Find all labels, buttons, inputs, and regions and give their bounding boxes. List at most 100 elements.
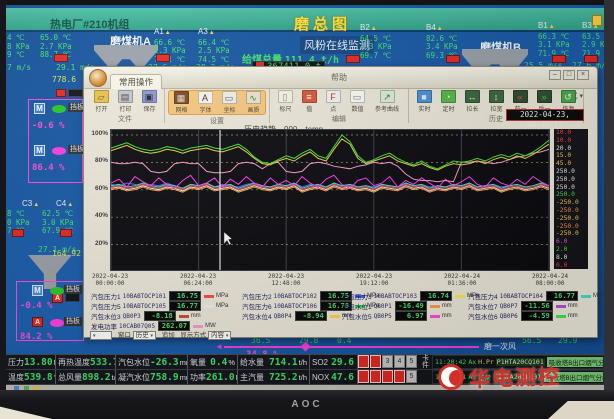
motor-m-box[interactable]: M — [34, 103, 45, 114]
alarm-page-button[interactable]: 4 — [394, 355, 405, 368]
open-icon: ▱ — [94, 90, 109, 103]
toolbar-save-button[interactable]: ▣保存 — [138, 90, 160, 113]
legend-column: 汽包压力110BABTOCP10116.75MPa汽包压力510BABTOCP1… — [91, 291, 228, 331]
legend-row[interactable]: 汽包水位6QB0P6-4.59mm — [468, 311, 604, 321]
alarm-block[interactable] — [60, 229, 72, 237]
minimize-icon[interactable]: – — [549, 70, 561, 80]
slider-label: 磨一次风 — [484, 341, 516, 352]
help-menu[interactable]: 帮助 — [331, 72, 347, 83]
motor-m-box[interactable]: M — [32, 285, 43, 296]
alarm-page-button[interactable] — [370, 355, 381, 368]
x-axis-time: 12:48:00 — [256, 280, 316, 287]
legend-row[interactable]: 汽包水位5QB0P56.97mm — [342, 311, 479, 321]
toolbar-numeric-button[interactable]: ▭数值 — [346, 90, 368, 113]
close-icon[interactable]: × — [577, 70, 589, 80]
taskbar-icon[interactable] — [14, 386, 19, 390]
pump-a-box[interactable]: A — [32, 317, 43, 327]
velocity-value: 7 m/s — [7, 63, 31, 72]
app-logo-icon[interactable] — [89, 69, 107, 87]
status-label: 主汽量 — [240, 372, 264, 383]
legend-row[interactable]: 汽包压力510BABTOCP10516.77MPa — [91, 301, 228, 311]
trend-window-titlebar[interactable]: 常用操作 帮助 – □ × — [84, 67, 597, 89]
legend-row[interactable]: 汽包压力110BABTOCP10116.75MPa — [91, 291, 228, 301]
alarm-page-button[interactable] — [358, 355, 369, 368]
toolbar-button-label: 字体 — [199, 104, 211, 113]
alarm-page-button[interactable]: 5 — [406, 355, 417, 368]
legend-row[interactable]: 汽包水位1QB0P1-16.49mm — [342, 301, 479, 311]
status-value: 13.80 — [24, 357, 53, 368]
toolbar-ruler-button[interactable]: ▯标尺 — [274, 90, 296, 113]
valve-status-icon[interactable] — [50, 287, 64, 295]
legend-row[interactable]: 汽包水位7QB0P7-11.56mm — [468, 301, 604, 311]
legend-row[interactable]: 汽包压力410BABTOCP10416.77MPa — [468, 291, 604, 301]
x-axis-label: 2022-04-2306:24:00 — [168, 273, 228, 287]
toolbar-font-button[interactable]: A字体 — [194, 91, 216, 114]
alarm-block[interactable] — [446, 55, 460, 63]
trend-chart[interactable] — [110, 129, 550, 271]
toolbar-stretch-button[interactable]: ↔拉长 — [461, 90, 483, 113]
tab-common-operations[interactable]: 常用操作 — [110, 74, 162, 89]
toolbar-open-button[interactable]: ▱打开 — [90, 90, 112, 113]
trend-toolbar: ▱打开▤打印▣保存文件▦网格A字体▭坐标∿画质设置▯标尺≡值F点▭数值↗参考曲线… — [86, 89, 556, 123]
toolbar-grid-button[interactable]: ▦网格 — [170, 91, 192, 114]
append-button[interactable]: 追加 — [162, 332, 175, 339]
alarm-block[interactable] — [346, 55, 360, 63]
alarm-block[interactable] — [584, 55, 598, 63]
motor-m-box[interactable]: M — [34, 145, 45, 156]
legend-row[interactable]: 汽包水位3QB0P3-8.18mm — [91, 311, 228, 321]
alarm-page-button[interactable] — [358, 370, 369, 383]
alarm-block[interactable] — [56, 89, 66, 97]
toolbar-button-label: 画质 — [247, 104, 259, 113]
alarm-page-button[interactable] — [394, 370, 405, 383]
status-cell: 给水量714.1t/h — [238, 355, 310, 369]
taskbar-icon[interactable] — [24, 386, 29, 390]
alarm-page-button[interactable]: 5 — [406, 370, 417, 383]
flow-value: 164.92 — [52, 249, 81, 258]
toolbar-refcurve-button[interactable]: ↗参考曲线 — [370, 90, 404, 113]
status-cell: 主汽量725.2t/h — [238, 370, 310, 384]
status-label: 总风量 — [58, 372, 82, 383]
legend-row[interactable]: 汽包压力310BABTOCP10316.74MPa — [342, 291, 479, 301]
toolbar-value-button[interactable]: ≡值 — [298, 90, 320, 113]
toolbar-realtime-button[interactable]: ■实时 — [413, 90, 435, 113]
numeric-icon: ▭ — [350, 90, 365, 103]
toolbar-pen-button[interactable]: ∿画质 — [242, 91, 264, 114]
status-label: 氧量 — [190, 357, 206, 368]
monitor-brand-logo: AOC — [0, 399, 614, 410]
pen-unit: mm — [442, 303, 452, 309]
alarm-page-button[interactable] — [382, 370, 393, 383]
primary-air-slider[interactable] — [224, 346, 479, 348]
toolbar-point-button[interactable]: F点 — [322, 90, 344, 113]
pen-tag: QB0P5 — [374, 313, 392, 320]
pen-value: -8.18 — [144, 311, 176, 321]
maximize-icon[interactable]: □ — [563, 70, 575, 80]
toolbar-print-button[interactable]: ▤打印 — [114, 90, 136, 113]
status-cell: NOX47.6 — [310, 370, 358, 384]
toolbar-timing-button[interactable]: ◔定时 — [437, 90, 459, 113]
pen-name: 汽包压力3 — [342, 291, 372, 301]
display-mode-select[interactable]: 内容 ▾ — [208, 331, 231, 340]
watermark: 华电测控 — [438, 362, 561, 392]
toolbar-button-label: 拉宽 — [490, 103, 502, 112]
damper-label: 挡板 — [64, 317, 82, 326]
window-select[interactable]: 历史 ▾ — [133, 331, 156, 340]
pen-unit: mm — [442, 313, 452, 319]
alarm-block[interactable] — [552, 55, 566, 63]
valve-status-icon[interactable] — [50, 319, 64, 327]
pen-tag: 10BABTOCP102 — [274, 293, 317, 300]
pen-value: 6.97 — [395, 311, 427, 321]
alarm-page-button[interactable] — [370, 370, 381, 383]
plant-title: 热电厂#210机组 — [50, 16, 129, 32]
toolbar-widen-button[interactable]: ↕拉宽 — [485, 90, 507, 113]
status-unit: t/h — [299, 358, 307, 367]
alarm-block[interactable] — [12, 229, 24, 237]
toolbar-axis-button[interactable]: ▭坐标 — [218, 91, 240, 114]
pen-name: 汽包压力4 — [468, 291, 498, 301]
pen-combo[interactable]: ▾ — [90, 331, 112, 340]
alarm-page-button[interactable]: 3 — [382, 355, 393, 368]
alarm-block[interactable] — [54, 54, 68, 62]
valve-status-icon[interactable] — [52, 147, 66, 155]
alarm-block[interactable] — [156, 54, 170, 62]
valve-status-icon[interactable] — [52, 105, 66, 113]
taskbar-icon[interactable] — [34, 386, 39, 390]
